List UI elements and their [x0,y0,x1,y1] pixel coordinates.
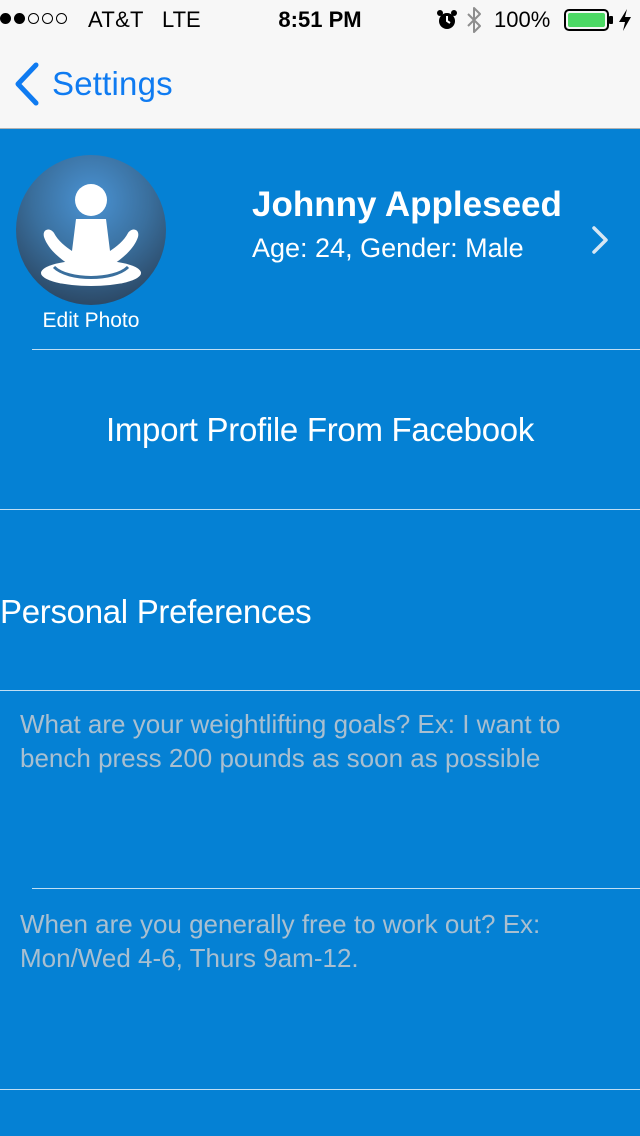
profile-name: Johnny Appleseed [252,185,562,224]
charging-icon [619,9,631,31]
alarm-icon [437,10,457,29]
import-facebook-button[interactable]: Import Profile From Facebook [0,350,640,509]
status-bar: AT&T LTE 8:51 PM 100% [0,0,640,40]
back-button[interactable]: Settings [14,60,173,108]
back-button-label: Settings [52,65,173,102]
divider [32,888,640,889]
section-heading-personal-preferences: Personal Preferences [0,593,312,630]
divider [0,1089,640,1090]
navigation-bar: Settings [0,40,640,129]
availability-textarea[interactable] [0,907,640,1077]
divider [0,509,640,510]
back-chevron-icon [15,62,39,106]
profile-row[interactable]: Edit Photo Johnny Appleseed Age: 24, Gen… [0,129,640,349]
battery-percent: 100% [494,7,551,32]
bluetooth-icon [467,7,481,33]
chevron-right-icon [592,226,608,254]
battery-icon [564,9,613,31]
meditating-person-icon [41,184,141,286]
edit-photo-button[interactable]: Edit Photo [16,309,166,333]
divider [0,690,640,691]
screen: AT&T LTE 8:51 PM 100% Settings Edit Phot… [0,0,640,1136]
profile-content: Edit Photo Johnny Appleseed Age: 24, Gen… [0,129,640,1136]
goals-textarea[interactable] [0,707,640,877]
avatar[interactable] [16,155,166,305]
profile-details: Age: 24, Gender: Male [252,233,524,263]
